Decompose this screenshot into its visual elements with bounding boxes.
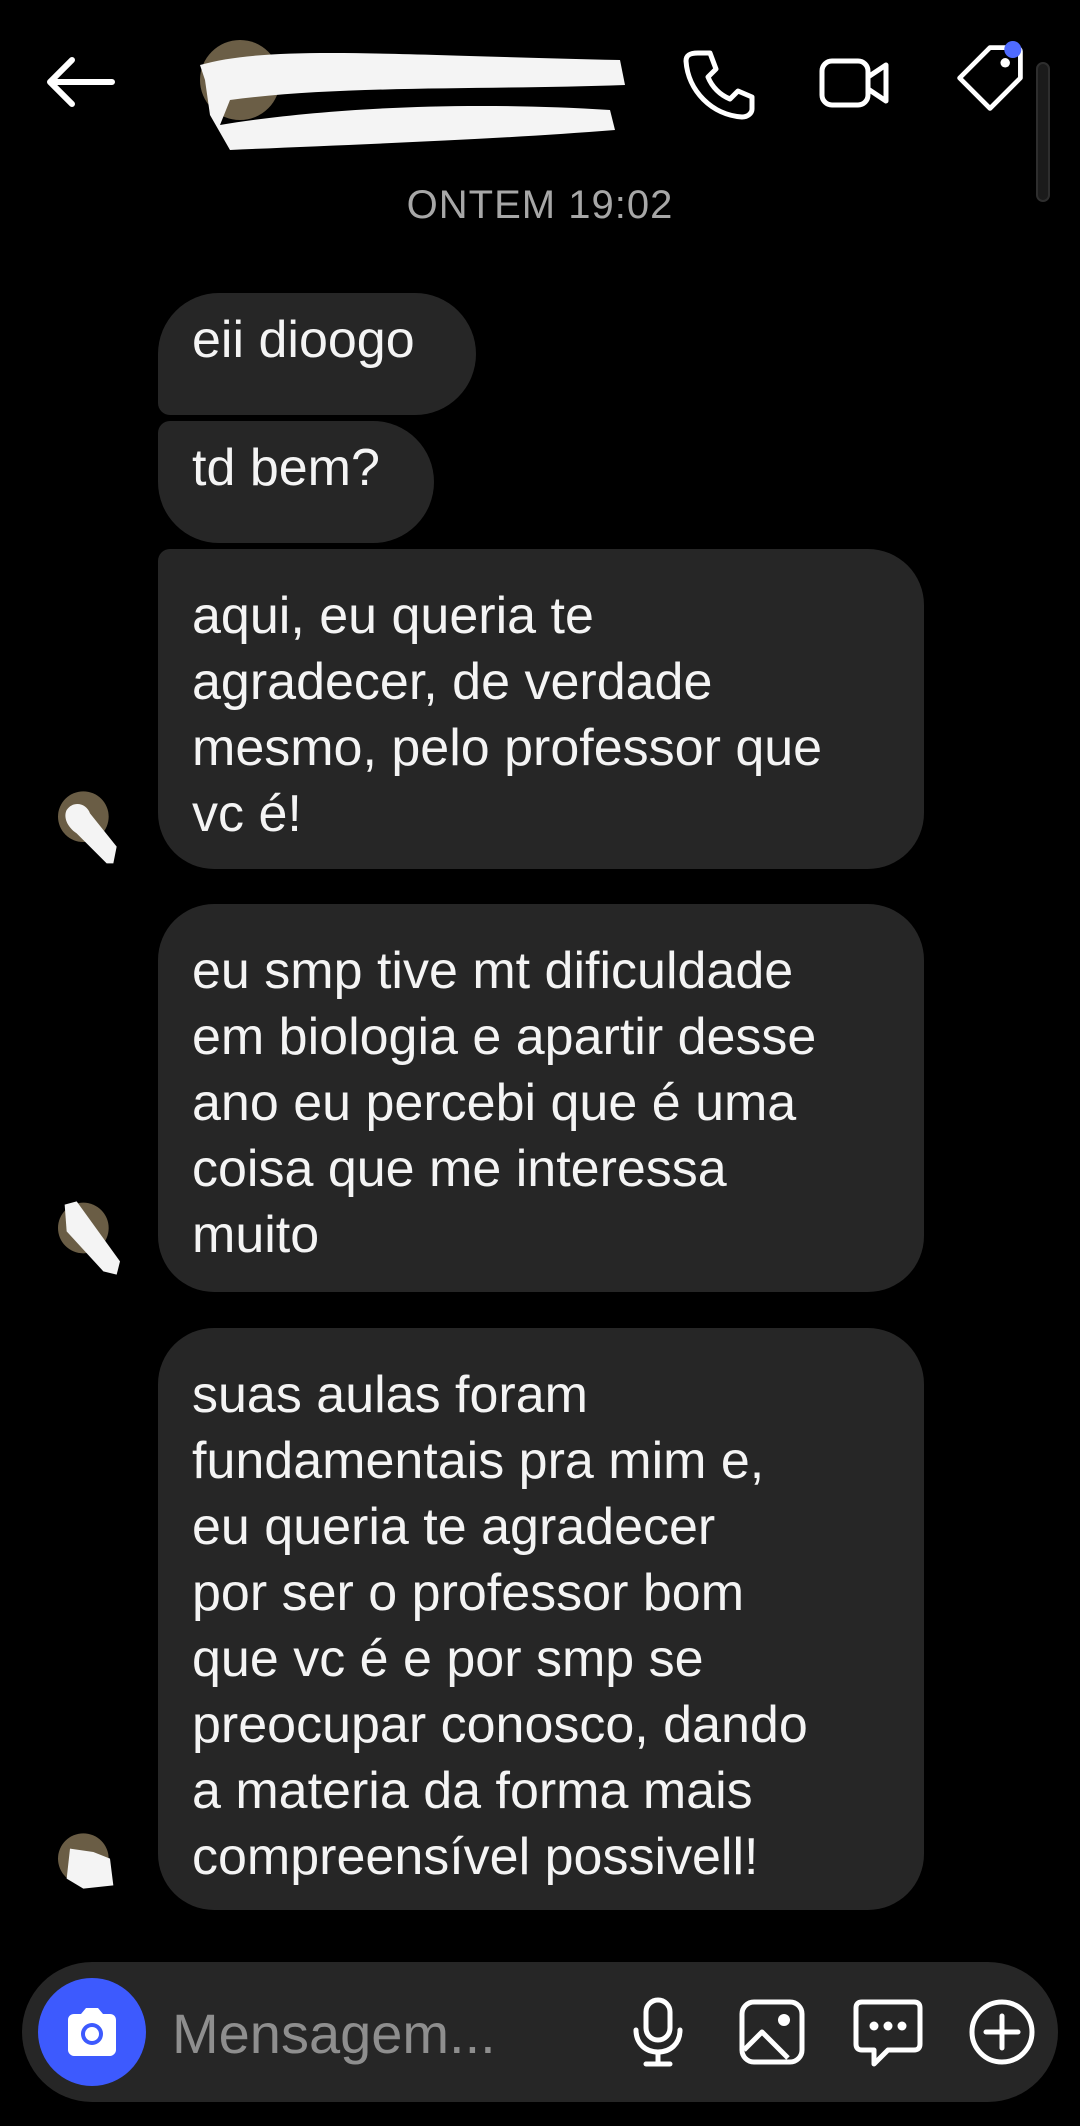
- message-input[interactable]: [170, 1992, 594, 2074]
- redaction-scribble: [200, 53, 625, 151]
- scrollbar[interactable]: [1036, 62, 1050, 202]
- gallery-icon[interactable]: [732, 1992, 812, 2072]
- message-text: mesmo, pelo professor que: [192, 719, 823, 777]
- phone-icon[interactable]: [680, 45, 756, 121]
- message-text: td bem?: [192, 439, 380, 497]
- camera-icon: [68, 2008, 116, 2056]
- message-text: vc é!: [192, 785, 302, 843]
- message-text: ano eu percebi que é uma: [192, 1074, 797, 1132]
- message-text: preocupar conosco, dando: [192, 1696, 808, 1754]
- message-bubble[interactable]: eii dioogo: [158, 293, 476, 415]
- message-text: compreensível possivell!: [192, 1828, 759, 1886]
- message-text: fundamentais pra mim e,: [192, 1432, 765, 1490]
- message-text: eu queria te agradecer: [192, 1498, 716, 1556]
- message-text: em biologia e apartir desse: [192, 1008, 817, 1066]
- message-composer: [22, 1962, 1058, 2102]
- microphone-icon[interactable]: [618, 1992, 698, 2072]
- message-bubble[interactable]: td bem?: [158, 421, 434, 543]
- camera-button[interactable]: [38, 1978, 146, 2086]
- back-arrow-icon[interactable]: [42, 52, 118, 112]
- tag-icon[interactable]: [952, 40, 1028, 116]
- message-text: eii dioogo: [192, 311, 415, 369]
- sender-avatar[interactable]: [50, 790, 130, 870]
- message-text: a materia da forma mais: [192, 1762, 753, 1820]
- sender-avatar[interactable]: [50, 1198, 130, 1278]
- sender-avatar[interactable]: [50, 1832, 130, 1912]
- message-text: eu smp tive mt dificuldade: [192, 942, 794, 1000]
- message-text: por ser o professor bom: [192, 1564, 745, 1622]
- message-bubble[interactable]: suas aulas foram fundamentais pra mim e,…: [158, 1328, 924, 1910]
- video-icon[interactable]: [816, 45, 892, 121]
- add-icon[interactable]: [962, 1992, 1042, 2072]
- message-text: coisa que me interessa: [192, 1140, 727, 1198]
- message-text: que vc é e por smp se: [192, 1630, 704, 1688]
- message-text: muito: [192, 1206, 320, 1264]
- message-text: agradecer, de verdade: [192, 653, 713, 711]
- message-bubble[interactable]: eu smp tive mt dificuldade em biologia e…: [158, 904, 924, 1292]
- date-separator: ONTEM 19:02: [406, 183, 674, 227]
- chat-header: [0, 0, 1080, 202]
- message-text: aqui, eu queria te: [192, 587, 594, 645]
- message-text: suas aulas foram: [192, 1366, 588, 1424]
- message-bubble[interactable]: aqui, eu queria te agradecer, de verdade…: [158, 549, 924, 869]
- sticker-chat-icon[interactable]: [848, 1992, 928, 2072]
